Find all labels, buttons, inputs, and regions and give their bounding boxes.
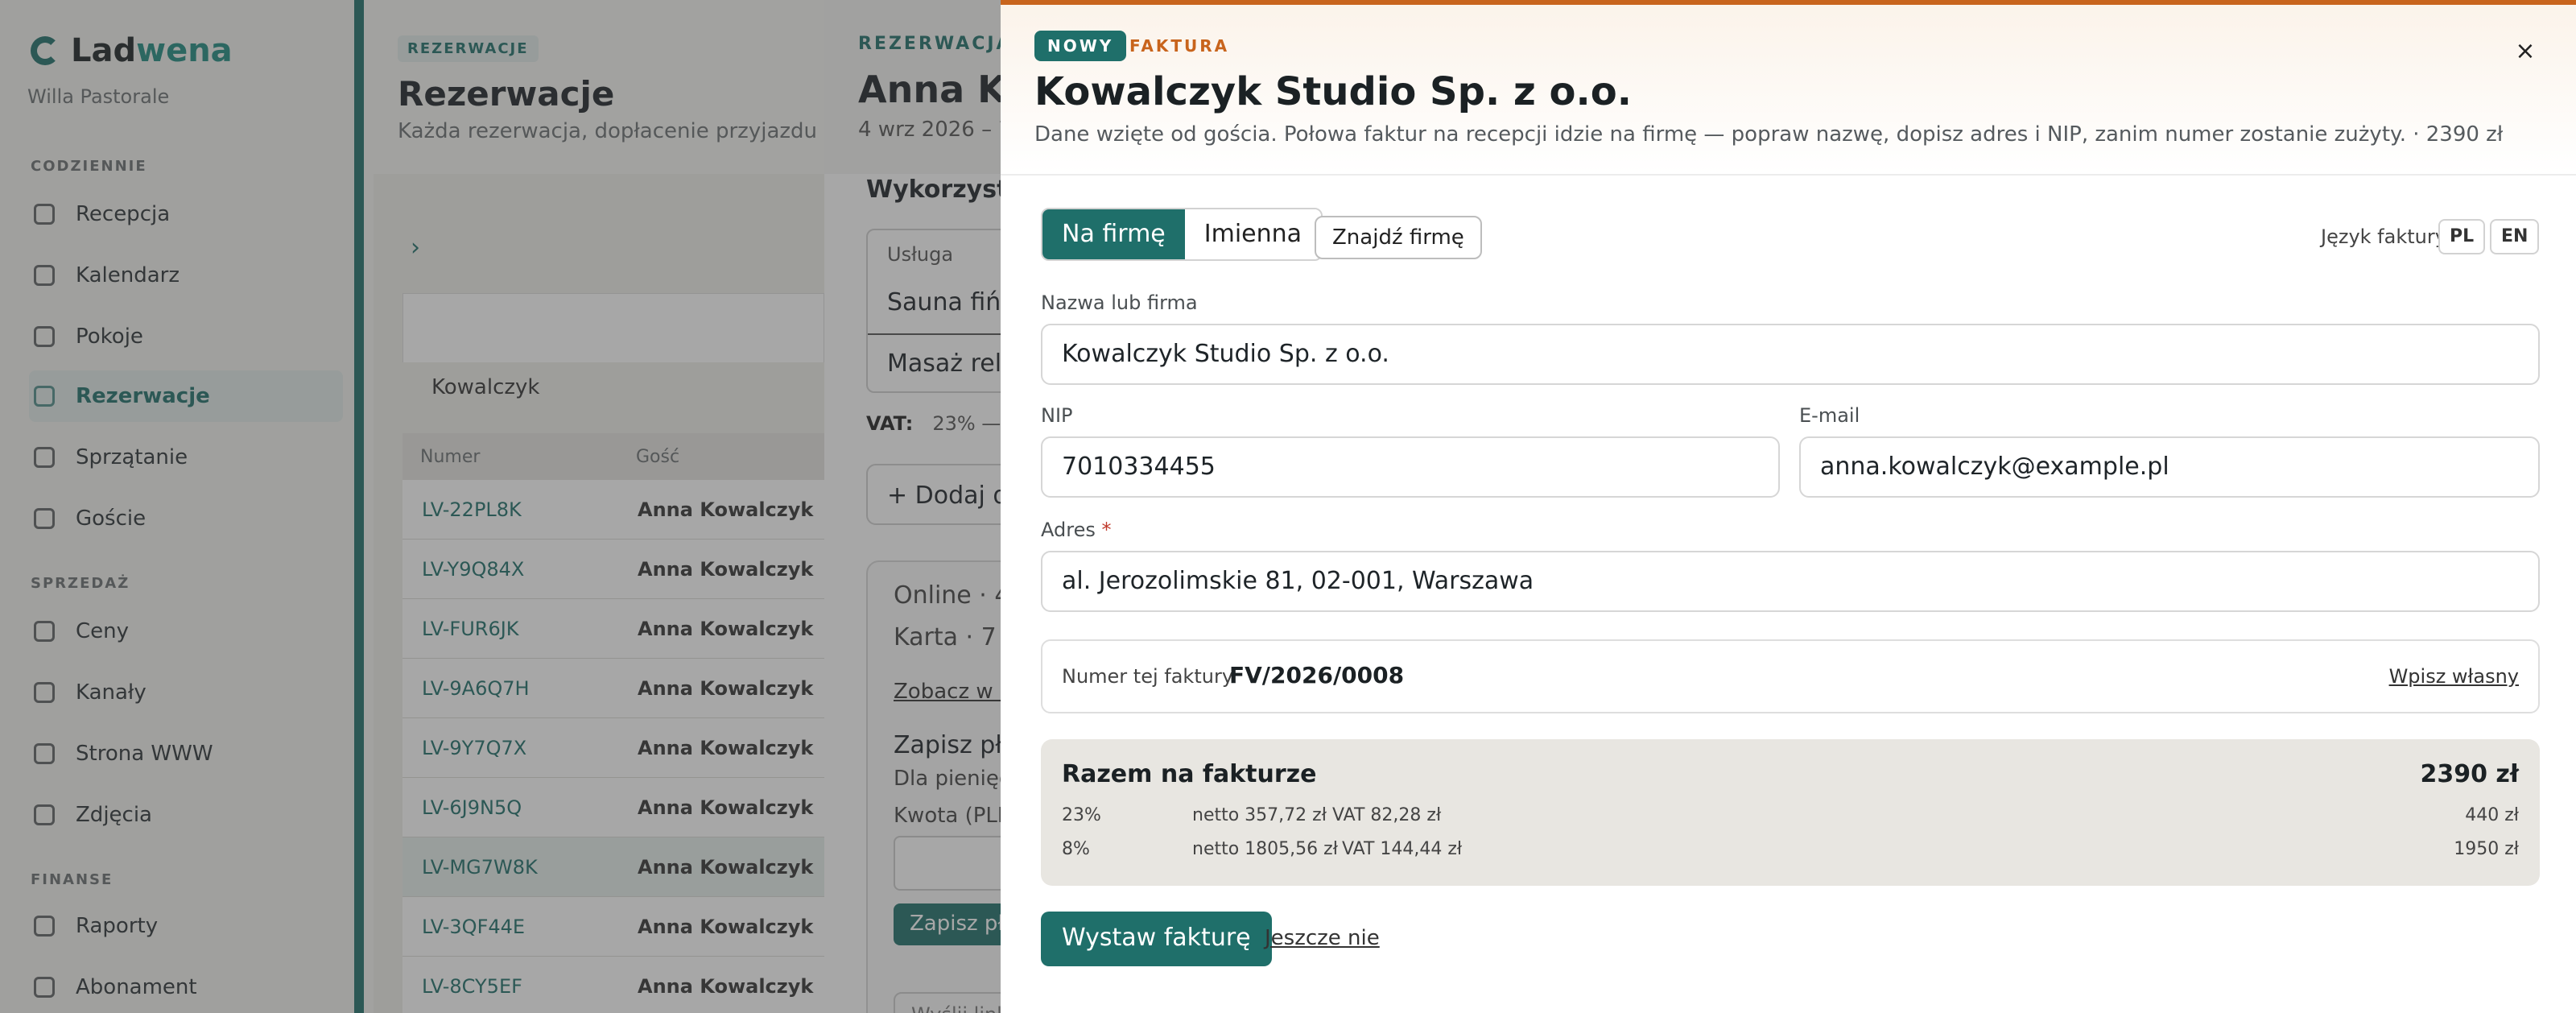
document-type-label: FAKTURA bbox=[1129, 36, 1230, 56]
toggle-personal[interactable]: Imienna bbox=[1184, 209, 1322, 259]
vat-amount: VAT 82,28 zł bbox=[1332, 805, 1442, 825]
invoice-number-label: Numer tej faktury bbox=[1062, 665, 1234, 688]
language-pl-button[interactable]: PL bbox=[2438, 219, 2486, 254]
gross-amount: 440 zł bbox=[2465, 805, 2519, 825]
dialog-header: NOWY FAKTURA × Kowalczyk Studio Sp. z o.… bbox=[1001, 5, 2576, 176]
summary-heading: Razem na fakturze bbox=[1062, 760, 1317, 788]
vat-amount: VAT 144,44 zł bbox=[1342, 839, 1463, 859]
not-yet-link[interactable]: Jeszcze nie bbox=[1265, 926, 1380, 950]
address-field-label: Adres * bbox=[1041, 519, 1112, 541]
invoice-number-value: FV/2026/0008 bbox=[1229, 662, 1405, 688]
issue-invoice-button[interactable]: Wystaw fakturę bbox=[1041, 912, 1272, 966]
invoice-language-label: Język faktury bbox=[2321, 225, 2446, 248]
required-mark: * bbox=[1101, 519, 1112, 541]
summary-total: 2390 zł bbox=[2420, 760, 2519, 788]
name-field-label: Nazwa lub firma bbox=[1041, 291, 1198, 314]
company-name-input[interactable]: Kowalczyk Studio Sp. z o.o. bbox=[1041, 324, 2540, 385]
toggle-company[interactable]: Na firmę bbox=[1042, 209, 1185, 259]
nip-field-label: NIP bbox=[1041, 404, 1073, 427]
gross-amount: 1950 zł bbox=[2454, 839, 2519, 859]
address-input[interactable]: al. Jerozolimskie 81, 02-001, Warszawa bbox=[1041, 551, 2540, 612]
invoice-summary: Razem na fakturze 2390 zł 23% netto 357,… bbox=[1041, 739, 2540, 886]
invoice-number-box: Numer tej faktury FV/2026/0008 Wpisz wła… bbox=[1041, 639, 2540, 713]
find-company-button[interactable]: Znajdź firmę bbox=[1315, 216, 1482, 259]
invoice-type-toggle: Na firmę Imienna bbox=[1041, 208, 1323, 261]
status-badge: NOWY bbox=[1034, 31, 1127, 61]
nip-input[interactable]: 7010334455 bbox=[1041, 436, 1780, 498]
net-amount: netto 357,72 zł bbox=[1192, 805, 1327, 825]
custom-number-link[interactable]: Wpisz własny bbox=[2389, 665, 2519, 688]
language-en-button[interactable]: EN bbox=[2490, 219, 2540, 254]
vat-rate: 8% bbox=[1062, 839, 1090, 859]
vat-rate: 23% bbox=[1062, 805, 1101, 825]
close-icon[interactable]: × bbox=[2509, 35, 2541, 68]
dialog-subtitle: Dane wzięte od gościa. Połowa faktur na … bbox=[1034, 122, 2504, 147]
net-amount: netto 1805,56 zł bbox=[1192, 839, 1338, 859]
email-field-label: E-mail bbox=[1799, 404, 1860, 427]
vat-breakdown-row: 23% netto 357,72 zł VAT 82,28 zł 440 zł bbox=[1062, 805, 2519, 829]
invoice-dialog: NOWY FAKTURA × Kowalczyk Studio Sp. z o.… bbox=[1001, 0, 2576, 1013]
dialog-title: Kowalczyk Studio Sp. z o.o. bbox=[1034, 69, 1632, 114]
email-input[interactable]: anna.kowalczyk@example.pl bbox=[1799, 436, 2540, 498]
vat-breakdown-row: 8% netto 1805,56 zł VAT 144,44 zł 1950 z… bbox=[1062, 839, 2519, 863]
